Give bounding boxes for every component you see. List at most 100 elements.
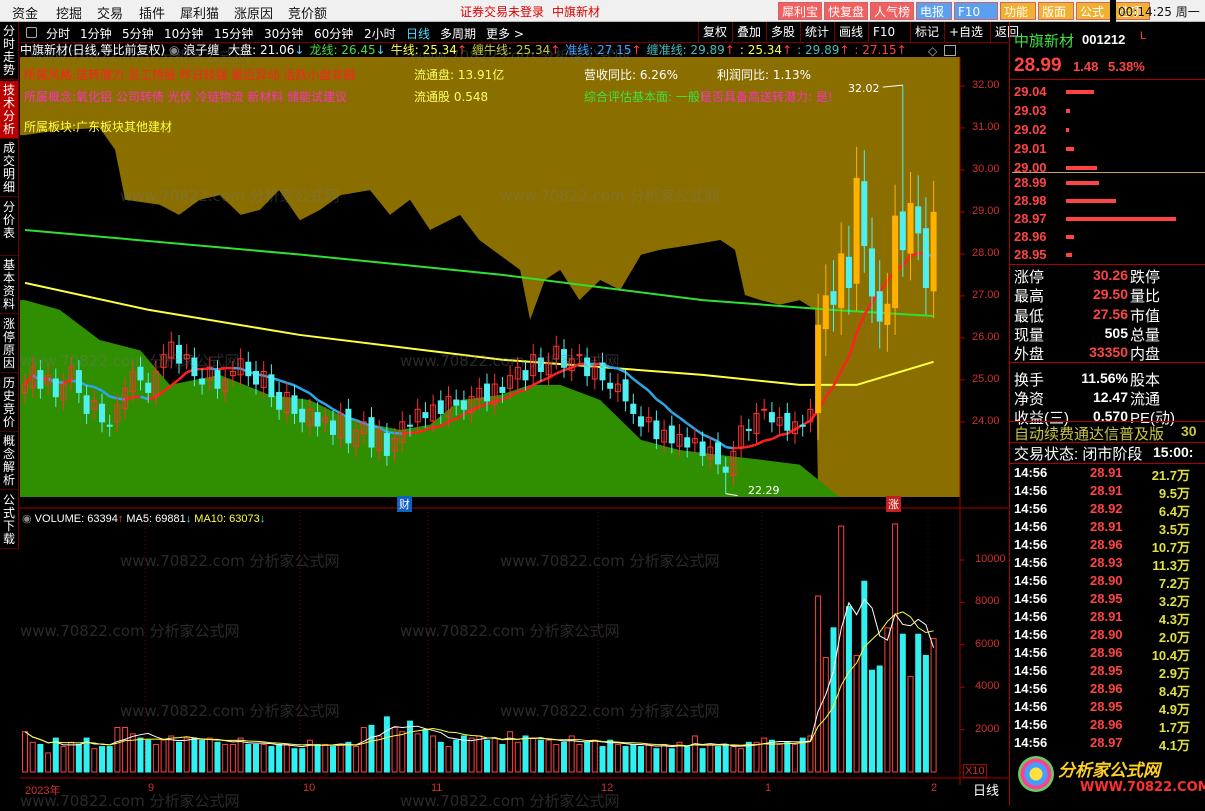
down-volume-bar [84, 738, 89, 772]
stat-label: 换手 [1014, 369, 1044, 390]
trade-time: 14:56 [1014, 663, 1047, 678]
down-candle [254, 371, 259, 384]
down-candle [269, 375, 274, 397]
down-candle [76, 371, 81, 393]
volume-ma5: MA5: 69881 [126, 513, 185, 525]
header-value-8: : 27.15 [854, 43, 896, 57]
down-candle [700, 442, 705, 455]
indicator-dropdown-icon[interactable]: ◉ [169, 43, 179, 57]
trade-price: 28.91 [1090, 519, 1123, 534]
up-volume-bar [754, 742, 759, 772]
down-volume-bar [916, 634, 921, 772]
trade-price: 28.95 [1090, 591, 1123, 606]
down-volume-bar [862, 581, 867, 772]
trade-price: 28.91 [1090, 483, 1123, 498]
finance-marker[interactable]: 财 [397, 496, 412, 512]
low-marker-label: 22.29 [748, 484, 780, 497]
down-candle [716, 443, 721, 464]
price-tick: 24.00 [972, 415, 1000, 427]
time-label: 2 [931, 782, 937, 794]
down-volume-bar [562, 742, 567, 772]
period-mode[interactable]: 日线 [973, 780, 999, 799]
up-volume-bar [354, 747, 359, 772]
stat-label: 涨停 [1014, 266, 1044, 287]
up-volume-bar [662, 744, 667, 772]
down-volume-bar [76, 744, 81, 772]
up-volume-bar [446, 747, 451, 772]
up-volume-bar [284, 744, 289, 772]
trade-time: 14:56 [1014, 609, 1047, 624]
volume-value: VOLUME: 63394 [35, 513, 118, 525]
down-volume-bar [138, 738, 143, 772]
down-candle [923, 229, 928, 288]
down-candle [369, 418, 374, 447]
down-candle [53, 379, 58, 397]
stat-value: 27.56 [1093, 306, 1128, 322]
down-volume-bar [585, 742, 590, 772]
up-volume-bar [731, 747, 736, 772]
ask-size-bar [1066, 166, 1097, 170]
panel-icon[interactable] [944, 45, 956, 56]
down-volume-bar [215, 742, 220, 772]
down-volume-bar [331, 747, 336, 772]
price-tick: 25.00 [972, 373, 1000, 385]
bid-price: 28.97 [1014, 211, 1047, 226]
trade-time: 14:56 [1014, 681, 1047, 696]
stat-label: 现量 [1014, 324, 1044, 345]
up-volume-bar [893, 524, 898, 772]
bid-size-bar [1066, 217, 1176, 221]
up-candle [885, 304, 890, 324]
indicator-name[interactable]: 浪子缠 [183, 43, 219, 57]
stat-label-right: 量比 [1130, 285, 1160, 306]
up-volume-bar [323, 744, 328, 772]
down-volume-bar [900, 634, 905, 772]
trade-time: 14:56 [1014, 645, 1047, 660]
down-volume-bar [292, 749, 297, 772]
ask-price: 29.03 [1014, 103, 1047, 118]
down-volume-bar [53, 738, 58, 772]
down-volume-bar [192, 738, 197, 772]
trade-volume: 9.5万 [1159, 483, 1190, 502]
diamond-icon[interactable]: ◇ [928, 44, 937, 58]
site-logo: 分析家公式网 WWW.70822.COM [1010, 752, 1205, 806]
limit-up-marker[interactable]: 涨 [886, 496, 901, 512]
ma-line-segment [387, 432, 395, 433]
ask-size-bar [1066, 147, 1074, 151]
up-volume-bar [469, 738, 474, 772]
up-volume-bar [161, 740, 166, 772]
ma-line-segment [433, 426, 441, 427]
ad-text[interactable]: 自动续费通达信普及版 [1014, 423, 1164, 444]
down-candle [723, 467, 728, 472]
down-volume-bar [669, 749, 674, 772]
up-volume-bar [615, 744, 620, 772]
time-label: 1 [765, 782, 771, 794]
trend-arrow-icon: ↑ [725, 43, 735, 57]
trade-time: 14:56 [1014, 537, 1047, 552]
down-volume-bar [438, 742, 443, 772]
down-candle [608, 383, 613, 388]
ma-line-segment [726, 447, 734, 448]
volume-dropdown-icon[interactable]: ◉ [22, 513, 32, 525]
up-volume-bar [546, 740, 551, 772]
up-volume-bar [885, 628, 890, 772]
ma-line-segment [402, 433, 410, 434]
bid-price: 28.99 [1014, 175, 1047, 190]
down-candle [870, 249, 875, 296]
down-candle [292, 396, 297, 414]
stat-value: 29.50 [1093, 286, 1128, 302]
style-tags: 所属风格:送转潜力 员工持股 昨日较强 最近异动 活跃小盘非融 [24, 66, 355, 83]
bid-price: 28.98 [1014, 193, 1047, 208]
chart-header: 中旗新材(日线,等比前复权) ◉ 浪子缠 大盘: 21.06↓龙线: 26.45… [20, 43, 907, 57]
up-volume-bar [793, 744, 798, 772]
last-price: 28.99 [1014, 55, 1062, 77]
up-volume-bar [908, 677, 913, 772]
trade-volume: 4.3万 [1159, 609, 1190, 628]
down-volume-bar [246, 744, 251, 772]
trade-price: 28.91 [1090, 465, 1123, 480]
trade-time: 14:56 [1014, 699, 1047, 714]
down-candle [785, 413, 790, 430]
down-volume-bar [923, 655, 928, 772]
watermark-text: www.70822.com 分析家公式网 [120, 550, 340, 571]
up-volume-bar [123, 727, 128, 772]
down-candle [485, 384, 490, 401]
